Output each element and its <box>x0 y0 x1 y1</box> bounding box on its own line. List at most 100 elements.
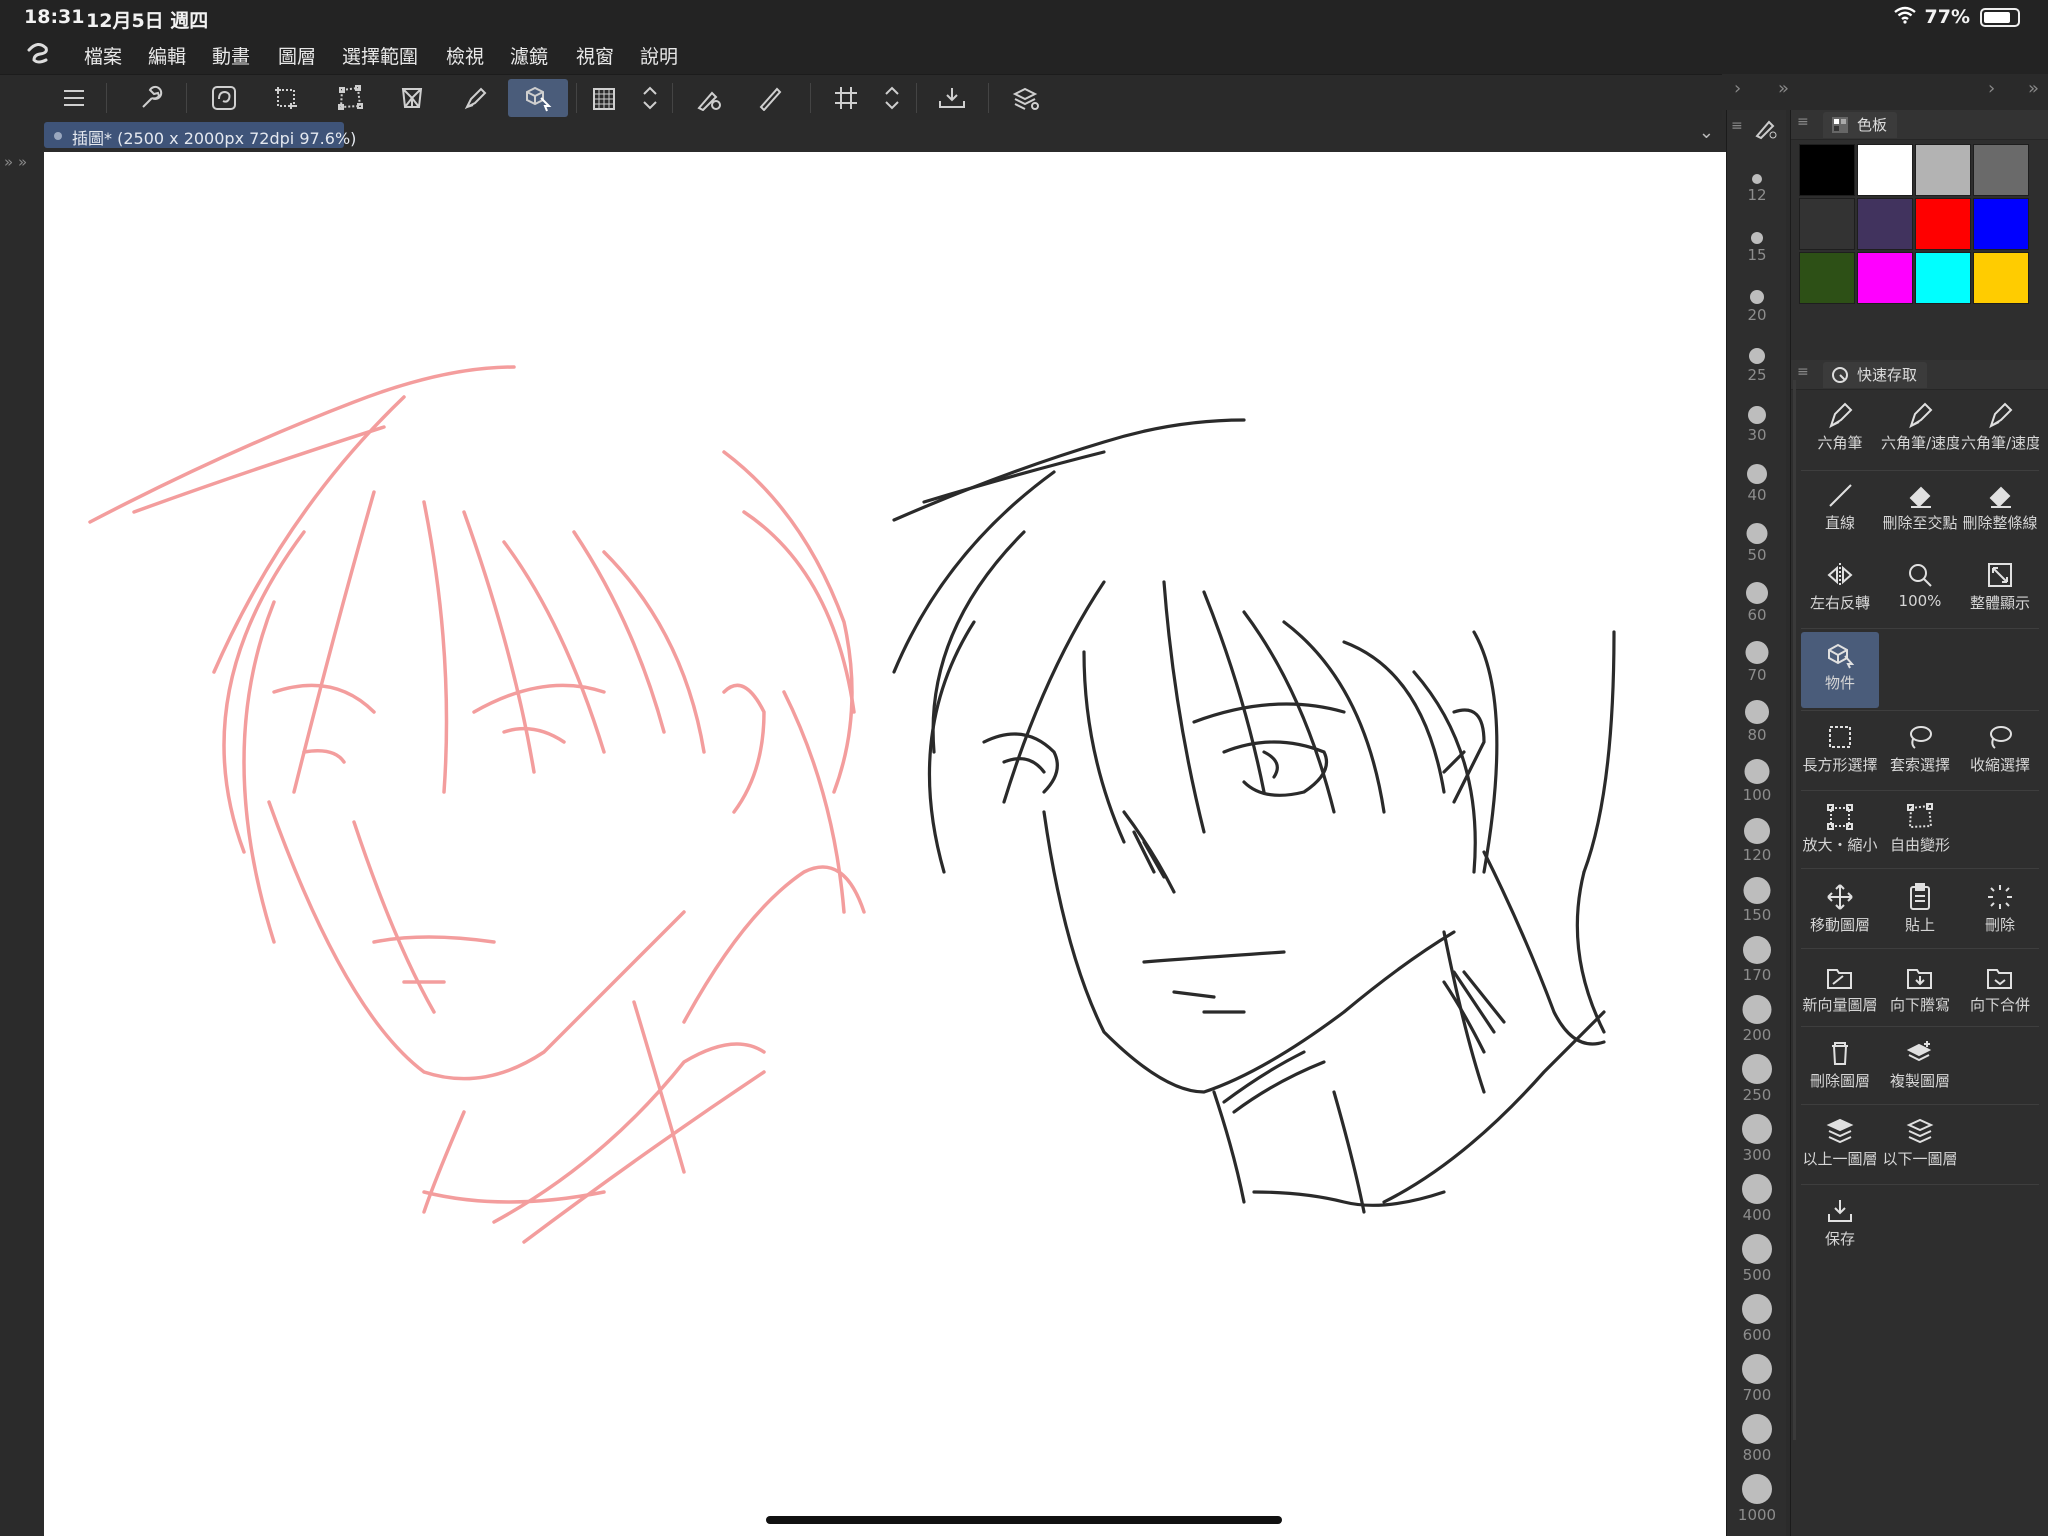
brush-size-tab-icon[interactable] <box>1753 116 1779 144</box>
brush-size-50[interactable]: 50 <box>1731 514 1783 574</box>
grid-toggle-arrows-icon[interactable] <box>872 79 912 117</box>
color-swatch[interactable] <box>1973 198 2029 250</box>
color-swatch[interactable] <box>1857 144 1913 196</box>
color-swatch[interactable] <box>1915 252 1971 304</box>
brush-size-500[interactable]: 500 <box>1731 1234 1783 1294</box>
quick-access-rect-select-10[interactable]: 長方形選擇 <box>1801 714 1879 790</box>
quick-access-paste-16[interactable]: 貼上 <box>1881 874 1959 950</box>
brush-size-12[interactable]: 12 <box>1731 154 1783 214</box>
hamburger-menu-icon[interactable] <box>54 79 94 117</box>
quick-access-line-3[interactable]: 直線 <box>1801 472 1879 548</box>
quick-access-new-vector-layer-18[interactable]: 新向量圖層 <box>1801 954 1879 1030</box>
quick-access-save-25[interactable]: 保存 <box>1801 1188 1879 1264</box>
brush-size-200[interactable]: 200 <box>1731 994 1783 1054</box>
color-swatch[interactable] <box>1973 252 2029 304</box>
ruler-toggle-arrows-icon[interactable] <box>630 79 670 117</box>
quick-access-zoom-7[interactable]: 100% <box>1881 552 1959 628</box>
collapse-brush-panel-icon[interactable]: › <box>1734 78 1741 99</box>
wrench-settings-icon[interactable] <box>130 79 170 117</box>
quick-access-lasso-11[interactable]: 套索選擇 <box>1881 714 1959 790</box>
quick-access-scale-13[interactable]: 放大・縮小 <box>1801 794 1879 870</box>
color-swatch[interactable] <box>1973 144 2029 196</box>
brush-size-70[interactable]: 70 <box>1731 634 1783 694</box>
expand-left-icon[interactable]: » » <box>4 153 27 171</box>
drawing-canvas[interactable] <box>44 152 1726 1536</box>
home-indicator[interactable] <box>766 1516 1282 1524</box>
brush-size-30[interactable]: 30 <box>1731 394 1783 454</box>
document-tab[interactable]: 插圖* (2500 x 2000px 72dpi 97.6%) <box>44 122 356 148</box>
menu-filter[interactable]: 濾鏡 <box>510 42 548 69</box>
color-set-tab[interactable]: 色板 <box>1823 112 1898 138</box>
quick-access-eraser-4[interactable]: 刪除至交點 <box>1881 472 1959 548</box>
pen-tool-icon[interactable] <box>456 79 496 117</box>
quick-access-pen-nib-1[interactable]: 六角筆/速度 <box>1881 392 1959 468</box>
color-swatch[interactable] <box>1799 252 1855 304</box>
brush-size-25[interactable]: 25 <box>1731 334 1783 394</box>
brush-size-1000[interactable]: 1000 <box>1731 1474 1783 1534</box>
brush-size-150[interactable]: 150 <box>1731 874 1783 934</box>
quick-access-delete-selection-17[interactable]: 刪除 <box>1961 874 2039 950</box>
brush-size-80[interactable]: 80 <box>1731 694 1783 754</box>
quick-access-merge-down-20[interactable]: 向下合併 <box>1961 954 2039 1030</box>
menu-selection[interactable]: 選擇範圍 <box>342 42 418 69</box>
clip-studio-logo-icon[interactable] <box>24 40 52 72</box>
collapse-palette-icon[interactable]: › <box>1988 78 1995 99</box>
panel-menu-icon[interactable]: ≡ <box>1797 114 1809 130</box>
brush-size-15[interactable]: 15 <box>1731 214 1783 274</box>
menu-help[interactable]: 說明 <box>640 42 678 69</box>
menu-file[interactable]: 檔案 <box>84 42 122 69</box>
color-swatch[interactable] <box>1857 252 1913 304</box>
expand-right-icon[interactable]: » <box>2028 78 2039 99</box>
color-swatch[interactable] <box>1799 198 1855 250</box>
quick-access-free-transform-14[interactable]: 自由變形 <box>1881 794 1959 870</box>
quick-access-move-layer-15[interactable]: 移動圖層 <box>1801 874 1879 950</box>
brush-size-20[interactable]: 20 <box>1731 274 1783 334</box>
quick-access-transfer-down-19[interactable]: 向下謄寫 <box>1881 954 1959 1030</box>
panel-scrollbar[interactable] <box>1793 380 1796 1440</box>
free-transform-icon[interactable] <box>330 79 370 117</box>
color-swatch[interactable] <box>1857 198 1913 250</box>
quick-access-object-select-9[interactable]: 物件 <box>1801 632 1879 708</box>
chevron-down-icon[interactable]: ⌄ <box>1699 122 1714 143</box>
quick-access-layer-above-23[interactable]: 以上一圖層 <box>1801 1108 1879 1184</box>
mesh-transform-icon[interactable] <box>392 79 432 117</box>
menu-edit[interactable]: 編輯 <box>148 42 186 69</box>
brush-size-40[interactable]: 40 <box>1731 454 1783 514</box>
panel-menu-icon[interactable]: ≡ <box>1797 364 1809 380</box>
ruler-grid-icon[interactable] <box>584 79 624 117</box>
lasso-fill-icon[interactable] <box>204 79 244 117</box>
expand-panels-icon[interactable]: » <box>1778 78 1789 99</box>
quick-access-pen-nib-2[interactable]: 六角筆/速度 <box>1961 392 2039 468</box>
scale-rotate-icon[interactable] <box>266 79 306 117</box>
pen-settings-icon[interactable] <box>690 79 730 117</box>
brush-size-800[interactable]: 800 <box>1731 1414 1783 1474</box>
quick-access-eraser-5[interactable]: 刪除整條線 <box>1961 472 2039 548</box>
object-tool-icon[interactable] <box>508 79 568 117</box>
color-swatch[interactable] <box>1915 198 1971 250</box>
brush-size-120[interactable]: 120 <box>1731 814 1783 874</box>
menu-view[interactable]: 檢視 <box>446 42 484 69</box>
quick-access-trash-21[interactable]: 刪除圖層 <box>1801 1030 1879 1106</box>
quick-access-flip-horizontal-6[interactable]: 左右反轉 <box>1801 552 1879 628</box>
grid-icon[interactable] <box>826 79 866 117</box>
quick-access-duplicate-layer-22[interactable]: 複製圖層 <box>1881 1030 1959 1106</box>
quick-access-tab[interactable]: 快速存取 <box>1823 362 1928 388</box>
menu-animation[interactable]: 動畫 <box>212 42 250 69</box>
menu-window[interactable]: 視窗 <box>576 42 614 69</box>
brush-size-400[interactable]: 400 <box>1731 1174 1783 1234</box>
quick-access-pen-nib-0[interactable]: 六角筆 <box>1801 392 1879 468</box>
save-tray-icon[interactable] <box>932 79 972 117</box>
brush-size-250[interactable]: 250 <box>1731 1054 1783 1114</box>
panel-menu-icon[interactable]: ≡ <box>1731 118 1743 134</box>
quick-access-fit-screen-8[interactable]: 整體顯示 <box>1961 552 2039 628</box>
color-swatch[interactable] <box>1799 144 1855 196</box>
brush-size-60[interactable]: 60 <box>1731 574 1783 634</box>
brush-size-300[interactable]: 300 <box>1731 1114 1783 1174</box>
layer-properties-icon[interactable] <box>1006 79 1046 117</box>
brush-size-700[interactable]: 700 <box>1731 1354 1783 1414</box>
brush-size-170[interactable]: 170 <box>1731 934 1783 994</box>
menu-layer[interactable]: 圖層 <box>278 42 316 69</box>
pencil-icon[interactable] <box>750 79 790 117</box>
quick-access-layer-below-24[interactable]: 以下一圖層 <box>1881 1108 1959 1184</box>
quick-access-shrink-select-12[interactable]: 收縮選擇 <box>1961 714 2039 790</box>
